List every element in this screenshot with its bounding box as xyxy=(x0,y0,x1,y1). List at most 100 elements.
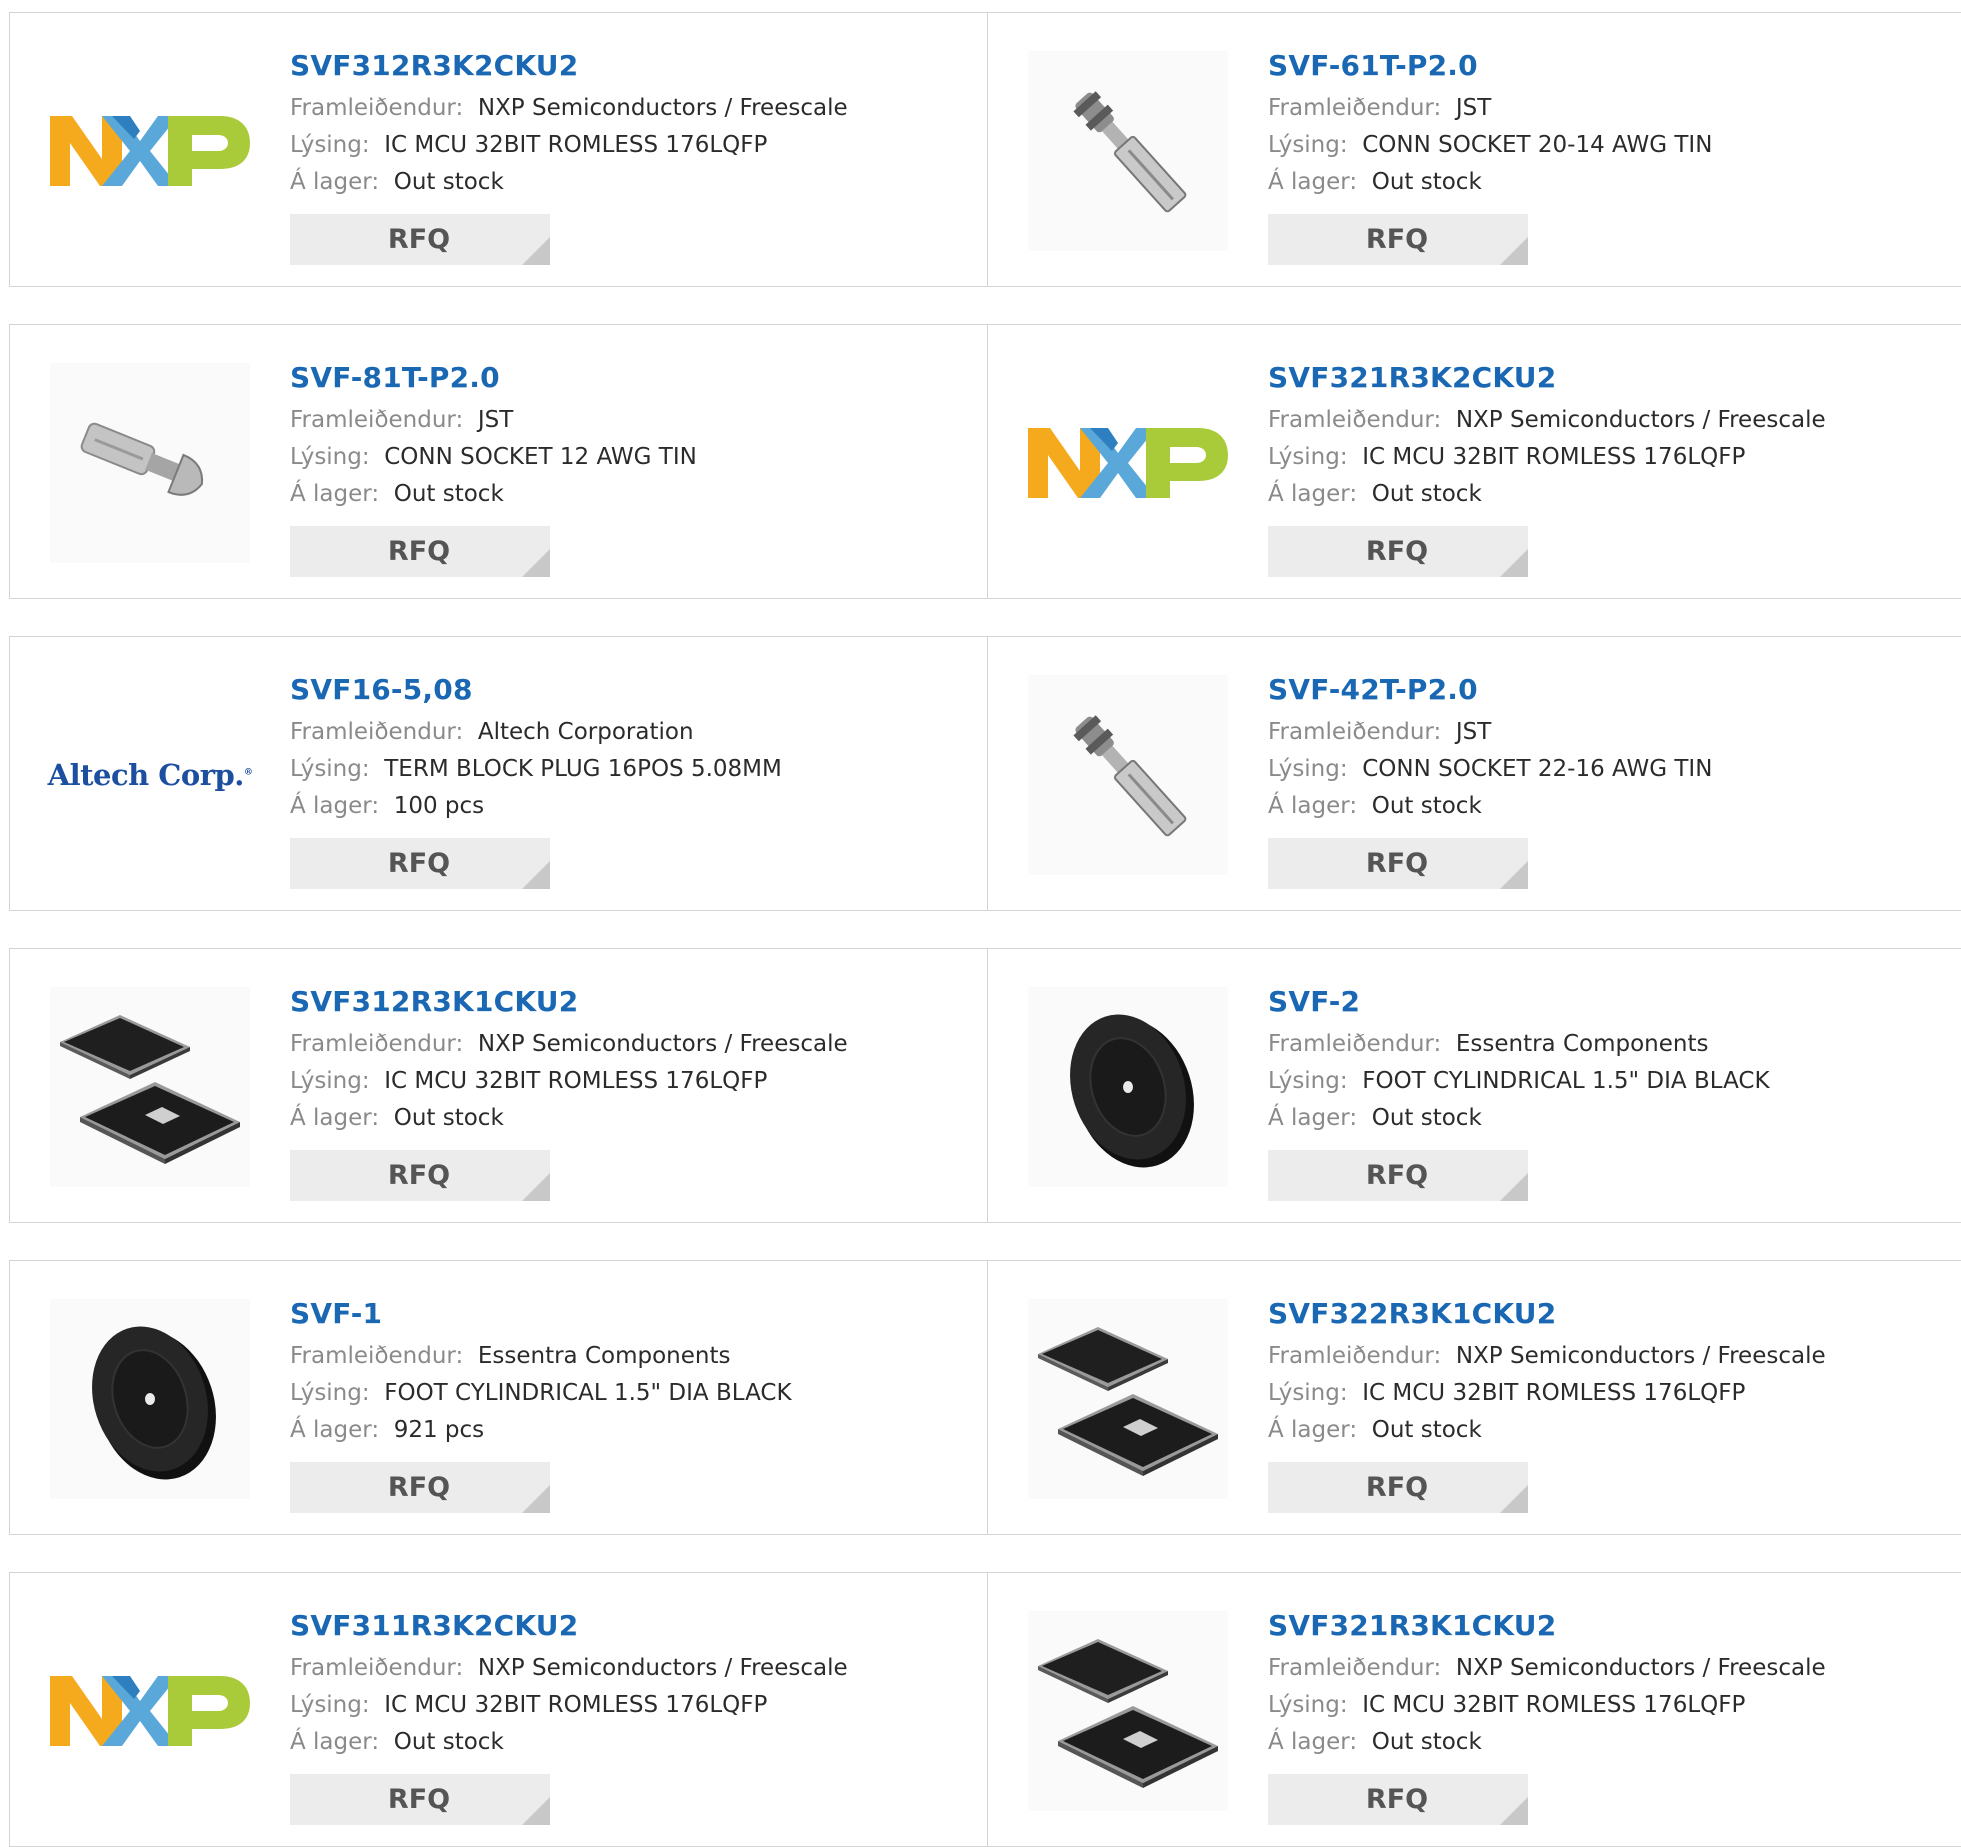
product-part-link[interactable]: SVF-61T-P2.0 xyxy=(1268,49,1478,82)
rfq-button[interactable]: RFQ xyxy=(1268,214,1528,265)
product-part-link[interactable]: SVF-2 xyxy=(1268,985,1360,1018)
product-card: SVF-1 Framleiðendur: Essentra Components… xyxy=(9,1261,987,1534)
product-image[interactable] xyxy=(50,363,250,563)
manufacturer-row: Framleiðendur: Essentra Components xyxy=(1268,1031,1708,1057)
rfq-corner-decoration xyxy=(1500,861,1528,889)
rfq-button[interactable]: RFQ xyxy=(290,1150,550,1201)
stock-label: Á lager: xyxy=(290,793,380,819)
product-part-link[interactable]: SVF312R3K2CKU2 xyxy=(290,49,578,82)
stock-value: Out stock xyxy=(1371,1729,1482,1755)
rfq-corner-decoration xyxy=(1500,1173,1528,1201)
rfq-corner-decoration xyxy=(522,237,550,265)
stock-value: 100 pcs xyxy=(393,793,485,819)
product-image[interactable]: Altech Corp.® xyxy=(48,675,253,875)
product-part-link[interactable]: SVF-81T-P2.0 xyxy=(290,361,500,394)
description-label: Lýsing: xyxy=(1268,1380,1348,1406)
product-part-link[interactable]: SVF312R3K1CKU2 xyxy=(290,985,578,1018)
rfq-corner-decoration xyxy=(522,549,550,577)
stock-label: Á lager: xyxy=(1268,1729,1358,1755)
manufacturer-value: NXP Semiconductors / Freescale xyxy=(1455,407,1826,433)
rfq-button[interactable]: RFQ xyxy=(1268,526,1528,577)
rubber-foot-icon xyxy=(50,1299,250,1499)
product-part-link[interactable]: SVF16-5,08 xyxy=(290,673,473,706)
description-value: CONN SOCKET 12 AWG TIN xyxy=(384,444,697,470)
manufacturer-value: JST xyxy=(477,407,514,433)
stock-label: Á lager: xyxy=(1268,1105,1358,1131)
stock-row: Á lager: Out stock xyxy=(1268,1105,1482,1131)
rfq-button[interactable]: RFQ xyxy=(290,838,550,889)
product-image[interactable] xyxy=(50,1611,250,1811)
description-value: IC MCU 32BIT ROMLESS 176LQFP xyxy=(1362,1692,1746,1718)
stock-value: Out stock xyxy=(1371,793,1482,819)
product-part-link[interactable]: SVF322R3K1CKU2 xyxy=(1268,1297,1556,1330)
product-row: SVF312R3K1CKU2 Framleiðendur: NXP Semico… xyxy=(9,948,1961,1223)
rfq-button[interactable]: RFQ xyxy=(1268,1150,1528,1201)
manufacturer-label: Framleiðendur: xyxy=(290,1655,464,1681)
rfq-button[interactable]: RFQ xyxy=(290,1774,550,1825)
description-row: Lýsing: CONN SOCKET 12 AWG TIN xyxy=(290,444,697,470)
product-card: SVF312R3K2CKU2 Framleiðendur: NXP Semico… xyxy=(9,13,987,286)
rfq-label: RFQ xyxy=(1365,224,1429,255)
rfq-label: RFQ xyxy=(1365,1472,1429,1503)
rfq-label: RFQ xyxy=(1365,848,1429,879)
product-part-link[interactable]: SVF-1 xyxy=(290,1297,382,1330)
stock-row: Á lager: Out stock xyxy=(290,481,504,507)
description-row: Lýsing: IC MCU 32BIT ROMLESS 176LQFP xyxy=(290,132,767,158)
rfq-label: RFQ xyxy=(387,848,451,879)
rfq-button[interactable]: RFQ xyxy=(290,214,550,265)
manufacturer-value: NXP Semiconductors / Freescale xyxy=(477,1031,848,1057)
product-row: SVF311R3K2CKU2 Framleiðendur: NXP Semico… xyxy=(9,1572,1961,1847)
stock-row: Á lager: Out stock xyxy=(1268,169,1482,195)
description-row: Lýsing: CONN SOCKET 20-14 AWG TIN xyxy=(1268,132,1712,158)
manufacturer-value: Altech Corporation xyxy=(477,719,694,745)
description-label: Lýsing: xyxy=(1268,1692,1348,1718)
description-row: Lýsing: TERM BLOCK PLUG 16POS 5.08MM xyxy=(290,756,782,782)
product-image[interactable] xyxy=(1028,51,1228,251)
product-image[interactable] xyxy=(50,987,250,1187)
manufacturer-label: Framleiðendur: xyxy=(1268,1343,1442,1369)
product-image[interactable] xyxy=(1028,363,1228,563)
description-label: Lýsing: xyxy=(1268,444,1348,470)
product-part-link[interactable]: SVF321R3K2CKU2 xyxy=(1268,361,1556,394)
rfq-button[interactable]: RFQ xyxy=(1268,1774,1528,1825)
rfq-label: RFQ xyxy=(387,536,451,567)
stock-value: Out stock xyxy=(393,1105,504,1131)
rfq-button[interactable]: RFQ xyxy=(1268,838,1528,889)
description-value: IC MCU 32BIT ROMLESS 176LQFP xyxy=(1362,1380,1746,1406)
stock-row: Á lager: Out stock xyxy=(290,1729,504,1755)
manufacturer-label: Framleiðendur: xyxy=(1268,95,1442,121)
stock-label: Á lager: xyxy=(1268,169,1358,195)
stock-label: Á lager: xyxy=(1268,793,1358,819)
manufacturer-value: NXP Semiconductors / Freescale xyxy=(1455,1655,1826,1681)
product-part-link[interactable]: SVF321R3K1CKU2 xyxy=(1268,1609,1556,1642)
description-value: IC MCU 32BIT ROMLESS 176LQFP xyxy=(384,1068,768,1094)
stock-label: Á lager: xyxy=(290,169,380,195)
manufacturer-row: Framleiðendur: NXP Semiconductors / Free… xyxy=(1268,1655,1826,1681)
product-part-link[interactable]: SVF311R3K2CKU2 xyxy=(290,1609,578,1642)
description-value: FOOT CYLINDRICAL 1.5" DIA BLACK xyxy=(1362,1068,1770,1094)
rfq-button[interactable]: RFQ xyxy=(290,526,550,577)
manufacturer-row: Framleiðendur: NXP Semiconductors / Free… xyxy=(1268,1343,1826,1369)
product-part-link[interactable]: SVF-42T-P2.0 xyxy=(1268,673,1478,706)
rfq-corner-decoration xyxy=(1500,549,1528,577)
product-image[interactable] xyxy=(1028,1611,1228,1811)
stock-row: Á lager: Out stock xyxy=(290,1105,504,1131)
product-image[interactable] xyxy=(1028,675,1228,875)
product-card: SVF321R3K2CKU2 Framleiðendur: NXP Semico… xyxy=(987,325,1961,598)
rfq-button[interactable]: RFQ xyxy=(1268,1462,1528,1513)
manufacturer-label: Framleiðendur: xyxy=(1268,1031,1442,1057)
product-row: Altech Corp.® SVF16-5,08 Framleiðendur: … xyxy=(9,636,1961,911)
stock-label: Á lager: xyxy=(1268,1417,1358,1443)
rfq-corner-decoration xyxy=(522,861,550,889)
product-image[interactable] xyxy=(1028,987,1228,1187)
rfq-label: RFQ xyxy=(387,224,451,255)
rfq-label: RFQ xyxy=(1365,1784,1429,1815)
rfq-button[interactable]: RFQ xyxy=(290,1462,550,1513)
product-image[interactable] xyxy=(50,51,250,251)
product-image[interactable] xyxy=(1028,1299,1228,1499)
stock-label: Á lager: xyxy=(290,1729,380,1755)
product-card: SVF321R3K1CKU2 Framleiðendur: NXP Semico… xyxy=(987,1573,1961,1846)
product-image[interactable] xyxy=(50,1299,250,1499)
manufacturer-value: NXP Semiconductors / Freescale xyxy=(477,95,848,121)
rfq-label: RFQ xyxy=(1365,536,1429,567)
